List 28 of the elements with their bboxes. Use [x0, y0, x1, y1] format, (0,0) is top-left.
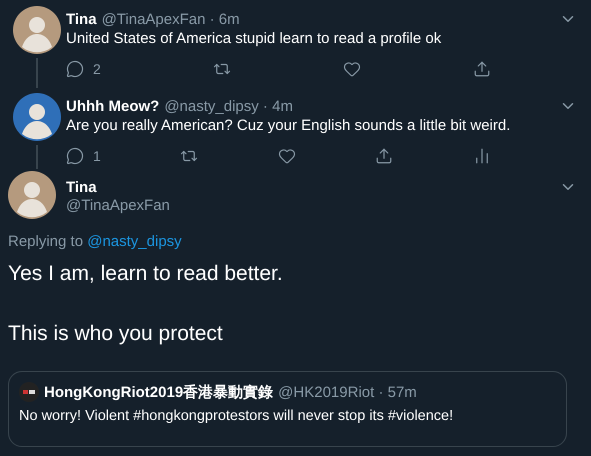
tweet-text: No worry! Violent #hongkongprotestors will never stop its #violence!	[19, 407, 454, 426]
user-name[interactable]: Uhhh Meow?	[66, 98, 160, 114]
tweet-text: United States of America stupid learn to read a profile ok	[66, 29, 442, 49]
tweet-text: Are you really American? Cuz your English sounds a little bit weird.	[66, 116, 512, 136]
tweet-meta: @HK2019Riot · 57m	[278, 384, 417, 400]
avatar[interactable]	[8, 171, 56, 219]
user-name[interactable]: Tina	[66, 10, 97, 28]
avatar	[19, 382, 39, 402]
share-icon[interactable]	[375, 147, 394, 165]
heart-icon[interactable]	[278, 147, 296, 165]
tweet-text: This is who you protect	[8, 321, 224, 347]
tweet-meta: @nasty_dipsy · 4m	[164, 98, 293, 114]
quoted-tweet[interactable]: HongKongRiot2019香港暴動實錄 @HK2019Riot · 57m No worry! Violent #hongkongprotestors will never stop its #violence!	[8, 371, 567, 447]
reply-count: 2	[93, 61, 101, 77]
reply-icon[interactable]	[66, 60, 84, 78]
heart-icon[interactable]	[342, 60, 361, 78]
share-icon[interactable]	[472, 60, 491, 78]
mention-link[interactable]: @nasty_dipsy	[87, 233, 182, 250]
tweet-meta: @TinaApexFan · 6m	[102, 10, 240, 28]
replying-label: Replying to	[8, 233, 84, 250]
user-name[interactable]: HongKongRiot2019香港暴動實錄	[44, 382, 274, 402]
user-handle[interactable]: @TinaApexFan	[66, 197, 170, 214]
user-name[interactable]: Tina	[66, 178, 97, 196]
avatar[interactable]	[13, 93, 61, 141]
tweet-text: Yes I am, learn to read better.	[8, 261, 284, 287]
avatar[interactable]	[13, 6, 61, 54]
reply-icon[interactable]	[66, 147, 84, 165]
reply-count: 1	[93, 148, 101, 164]
